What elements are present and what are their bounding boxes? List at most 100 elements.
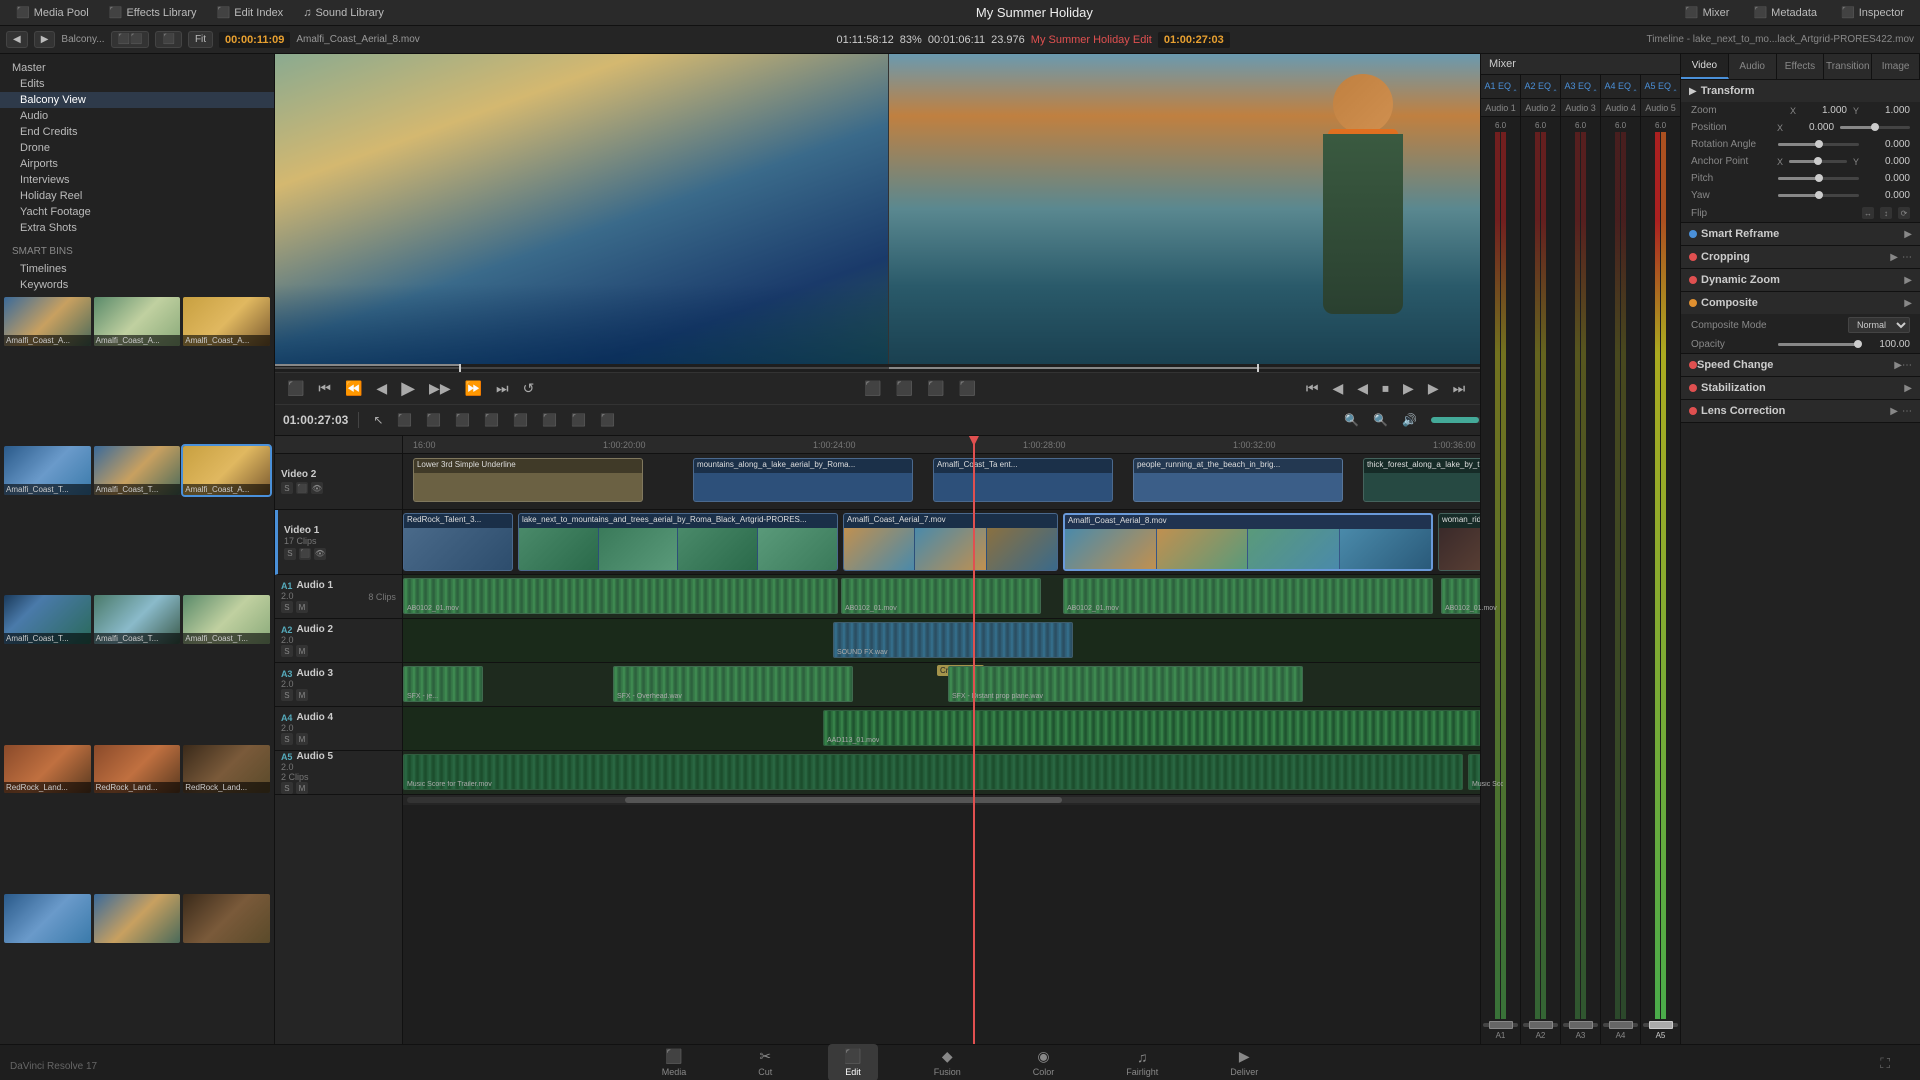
eq-a5[interactable]: A5 EQ ‸ — [1641, 75, 1680, 98]
sort-btn[interactable]: ⬛ — [155, 31, 181, 48]
bin-interviews[interactable]: Interviews — [0, 172, 274, 188]
tl-step-back[interactable]: ◀ — [1328, 378, 1347, 399]
bin-master[interactable]: Master — [0, 60, 274, 76]
tl-step-forward[interactable]: ▶ — [1424, 378, 1443, 399]
view-toggle[interactable]: ⬛⬛ — [111, 31, 150, 48]
viewer-right[interactable] — [889, 54, 1503, 364]
ch4-fader[interactable] — [1603, 1023, 1638, 1027]
pitch-slider[interactable] — [1778, 177, 1859, 180]
bin-yacht-footage[interactable]: Yacht Footage — [0, 204, 274, 220]
media-thumb-7[interactable]: Amalfi_Coast_T... — [4, 595, 91, 644]
v1-clip-amalfi8[interactable]: Amalfi_Coast_Aerial_8.mov — [1063, 513, 1433, 571]
fader-handle-1[interactable] — [1489, 1021, 1513, 1029]
bin-drone[interactable]: Drone — [0, 140, 274, 156]
fullscreen-btn[interactable]: ⛶ — [1880, 1055, 1890, 1072]
v1-clip-2[interactable]: lake_next_to_mountains_and_trees_aerial_… — [518, 513, 838, 571]
tl-tool-select[interactable]: ↖ — [369, 411, 387, 429]
prev-btn[interactable]: ◀ — [6, 31, 28, 48]
v2-lock[interactable]: ⬛ — [296, 482, 308, 494]
bottom-tab-edit[interactable]: ⬛ Edit — [828, 1044, 877, 1080]
play-forward-btn[interactable]: ▶▶ — [425, 378, 455, 399]
flip-v-btn[interactable]: ↕ — [1880, 207, 1892, 219]
eq-a2[interactable]: A2 EQ ‸ — [1521, 75, 1561, 98]
eq-a4[interactable]: A4 EQ ‸ — [1601, 75, 1641, 98]
scrollbar-thumb[interactable] — [625, 797, 1062, 803]
play-btn[interactable]: ▶ — [397, 376, 419, 401]
bottom-tab-fusion[interactable]: ◆ Fusion — [918, 1044, 977, 1080]
goto-end-btn[interactable]: ⏭ — [492, 378, 513, 399]
topbar-inspector[interactable]: ⬛ Inspector — [1833, 4, 1912, 21]
bin-holiday-reel[interactable]: Holiday Reel — [0, 188, 274, 204]
bin-edits[interactable]: Edits — [0, 76, 274, 92]
a4-clip[interactable]: AAD113_01.mov — [823, 710, 1503, 746]
inspector-tab-transition[interactable]: Transition — [1824, 54, 1872, 79]
tl-play-reverse[interactable]: ◀ — [1353, 378, 1372, 399]
media-thumb-2[interactable]: Amalfi_Coast_A... — [94, 297, 181, 346]
tl-link[interactable]: ⬛ — [567, 411, 590, 429]
opacity-slider[interactable] — [1778, 343, 1859, 346]
topbar-sound-library[interactable]: ♫ Sound Library — [295, 5, 392, 21]
media-thumb-8[interactable]: Amalfi_Coast_T... — [94, 595, 181, 644]
topbar-effects-library[interactable]: ⬛ Effects Library — [101, 4, 205, 21]
bottom-tab-fairlight[interactable]: ♫ Fairlight — [1110, 1045, 1174, 1080]
rotation-slider[interactable] — [1778, 143, 1859, 146]
a1-clip-3[interactable]: AB0102_01.mov — [1063, 578, 1433, 614]
flip-h-btn[interactable]: ↔ — [1862, 207, 1874, 219]
fader-handle-4[interactable] — [1609, 1021, 1633, 1029]
tl-goto-start[interactable]: ⏮ — [1302, 378, 1323, 399]
media-thumb-14[interactable] — [94, 894, 181, 943]
a1-solo[interactable]: S — [281, 601, 293, 613]
loop-btn[interactable]: ↺ — [519, 378, 539, 399]
tl-flag[interactable]: ⬛ — [596, 411, 619, 429]
tl-goto-end[interactable]: ⏭ — [1449, 378, 1470, 399]
a2-clip-sfx[interactable]: SOUND FX.wav — [833, 622, 1073, 658]
mark-out-btn[interactable]: ⬛ — [892, 378, 917, 399]
timeline-scrollbar[interactable] — [403, 795, 1503, 805]
topbar-edit-index[interactable]: ⬛ Edit Index — [209, 4, 292, 21]
bottom-tab-cut[interactable]: ✂ Cut — [742, 1044, 788, 1080]
bin-balcony-view[interactable]: Balcony View — [0, 92, 274, 108]
media-thumb-15[interactable] — [183, 894, 270, 943]
viewer-left[interactable] — [275, 54, 890, 364]
step-back-btn[interactable]: ⏪ — [341, 378, 366, 399]
inspector-tab-video[interactable]: Video — [1681, 54, 1729, 79]
goto-start-btn[interactable]: ⏮ — [314, 378, 335, 399]
smart-reframe-header[interactable]: Smart Reframe ▶ — [1681, 223, 1920, 245]
transform-header[interactable]: ▶ Transform — [1681, 80, 1920, 102]
a5-solo[interactable]: S — [281, 782, 293, 794]
topbar-metadata[interactable]: ⬛ Metadata — [1745, 4, 1825, 21]
a2-mute[interactable]: M — [296, 645, 308, 657]
lens-correction-header[interactable]: Lens Correction ▶ ⋯ — [1681, 400, 1920, 422]
bin-keywords[interactable]: Keywords — [0, 277, 274, 293]
v1-clip-1[interactable]: RedRock_Talent_3... — [403, 513, 513, 571]
a2-solo[interactable]: S — [281, 645, 293, 657]
a4-solo[interactable]: S — [281, 733, 293, 745]
eq-a1[interactable]: A1 EQ ‸ — [1481, 75, 1521, 98]
bin-end-credits[interactable]: End Credits — [0, 124, 274, 140]
bin-extra-shots[interactable]: Extra Shots — [0, 220, 274, 236]
ch2-fader[interactable] — [1523, 1023, 1558, 1027]
stabilization-header[interactable]: Stabilization ▶ — [1681, 377, 1920, 399]
tl-tool-dynamic[interactable]: ⬛ — [480, 411, 503, 429]
v2-clip-coast[interactable]: Amalfi_Coast_Ta ent... — [933, 458, 1113, 502]
scrollbar-track[interactable] — [407, 797, 1499, 803]
tl-zoom-in[interactable]: 🔍 — [1369, 411, 1392, 429]
media-thumb-13[interactable] — [4, 894, 91, 943]
flip-reset-btn[interactable]: ⟳ — [1898, 207, 1910, 219]
a3-clip-1[interactable]: SFX - je... — [403, 666, 483, 702]
bottom-tab-deliver[interactable]: ▶ Deliver — [1214, 1044, 1274, 1080]
a3-mute[interactable]: M — [296, 689, 308, 701]
inspector-tab-effects[interactable]: Effects — [1777, 54, 1825, 79]
anchor-slider[interactable] — [1789, 160, 1847, 163]
v1-eye[interactable]: 👁 — [314, 548, 326, 560]
next-btn[interactable]: ▶ — [34, 31, 56, 48]
a3-clip-plane[interactable]: SFX - Distant prop plane.wav — [948, 666, 1303, 702]
media-thumb-11[interactable]: RedRock_Land... — [94, 745, 181, 794]
a1-clip-2[interactable]: AB0102_01.mov — [841, 578, 1041, 614]
composite-header[interactable]: Composite ▶ — [1681, 292, 1920, 314]
position-slider[interactable] — [1840, 126, 1910, 129]
v2-clip-title[interactable]: Lower 3rd Simple Underline — [413, 458, 643, 502]
topbar-mixer[interactable]: ⬛ Mixer — [1677, 4, 1738, 21]
bin-timelines[interactable]: Timelines — [0, 261, 274, 277]
viewer-settings-btn[interactable]: ⬛ — [955, 378, 980, 399]
